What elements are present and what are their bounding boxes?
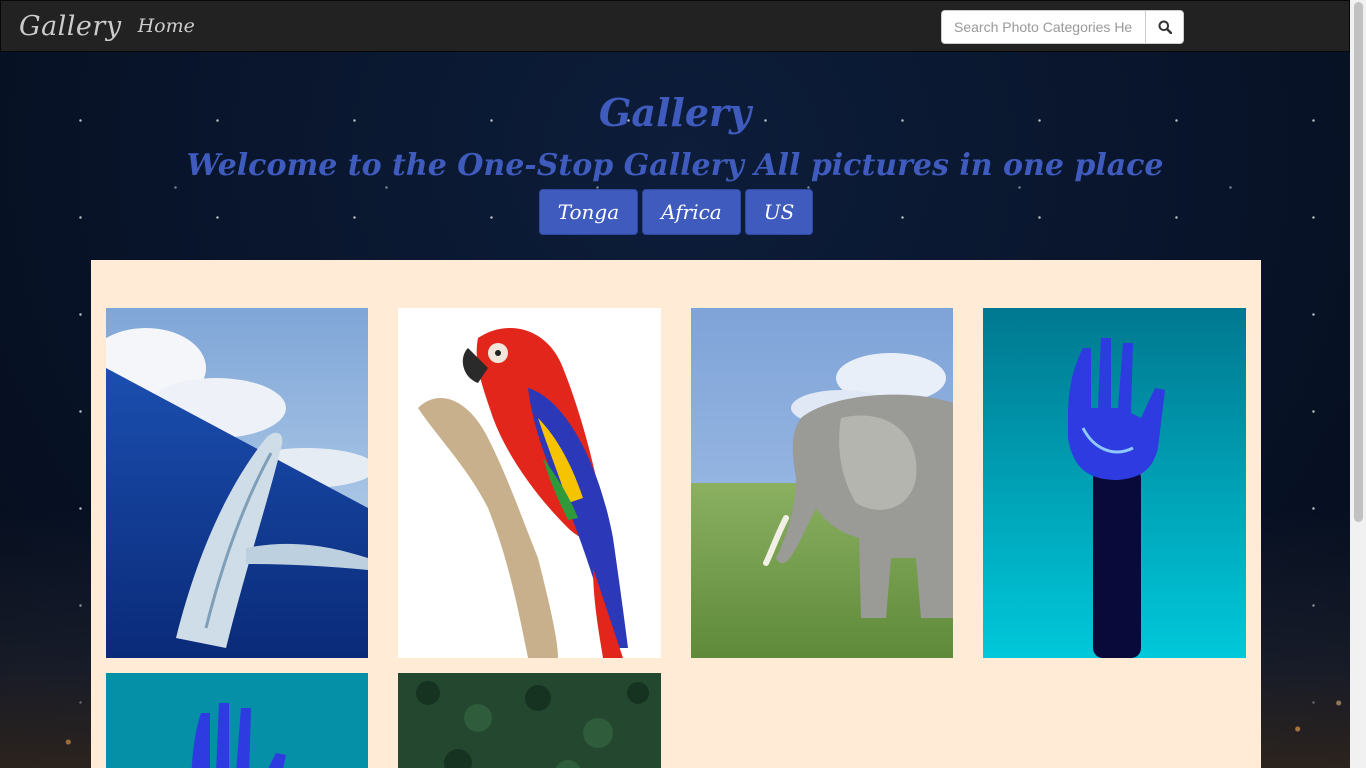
brand-logo[interactable]: Gallery bbox=[19, 11, 122, 42]
gallery-panel bbox=[91, 260, 1261, 768]
photo-robot-hand-2[interactable] bbox=[106, 673, 368, 768]
hero-section: Gallery Welcome to the One-Stop Gallery … bbox=[0, 52, 1350, 235]
scrollbar-thumb[interactable] bbox=[1354, 2, 1363, 522]
category-buttons: Tonga Africa US bbox=[2, 189, 1350, 235]
search-icon bbox=[1158, 20, 1172, 34]
search-form bbox=[941, 10, 1184, 44]
page-subtitle: Welcome to the One-Stop Gallery All pict… bbox=[186, 148, 1164, 183]
photo-robot-hand[interactable] bbox=[983, 308, 1246, 658]
photo-parrot[interactable] bbox=[398, 308, 661, 658]
category-button-tonga[interactable]: Tonga bbox=[538, 189, 639, 235]
photo-whale[interactable] bbox=[106, 308, 368, 658]
photo-elephant[interactable] bbox=[691, 308, 953, 658]
nav-home-link[interactable]: Home bbox=[138, 15, 195, 37]
page-scrollbar[interactable] bbox=[1350, 0, 1366, 768]
photo-forest[interactable] bbox=[398, 673, 661, 768]
navbar: Gallery Home bbox=[0, 0, 1350, 52]
search-input[interactable] bbox=[941, 10, 1145, 44]
category-button-us[interactable]: US bbox=[744, 189, 814, 235]
search-button[interactable] bbox=[1145, 10, 1184, 44]
page-title: Gallery bbox=[598, 90, 752, 135]
category-button-africa[interactable]: Africa bbox=[642, 189, 741, 235]
